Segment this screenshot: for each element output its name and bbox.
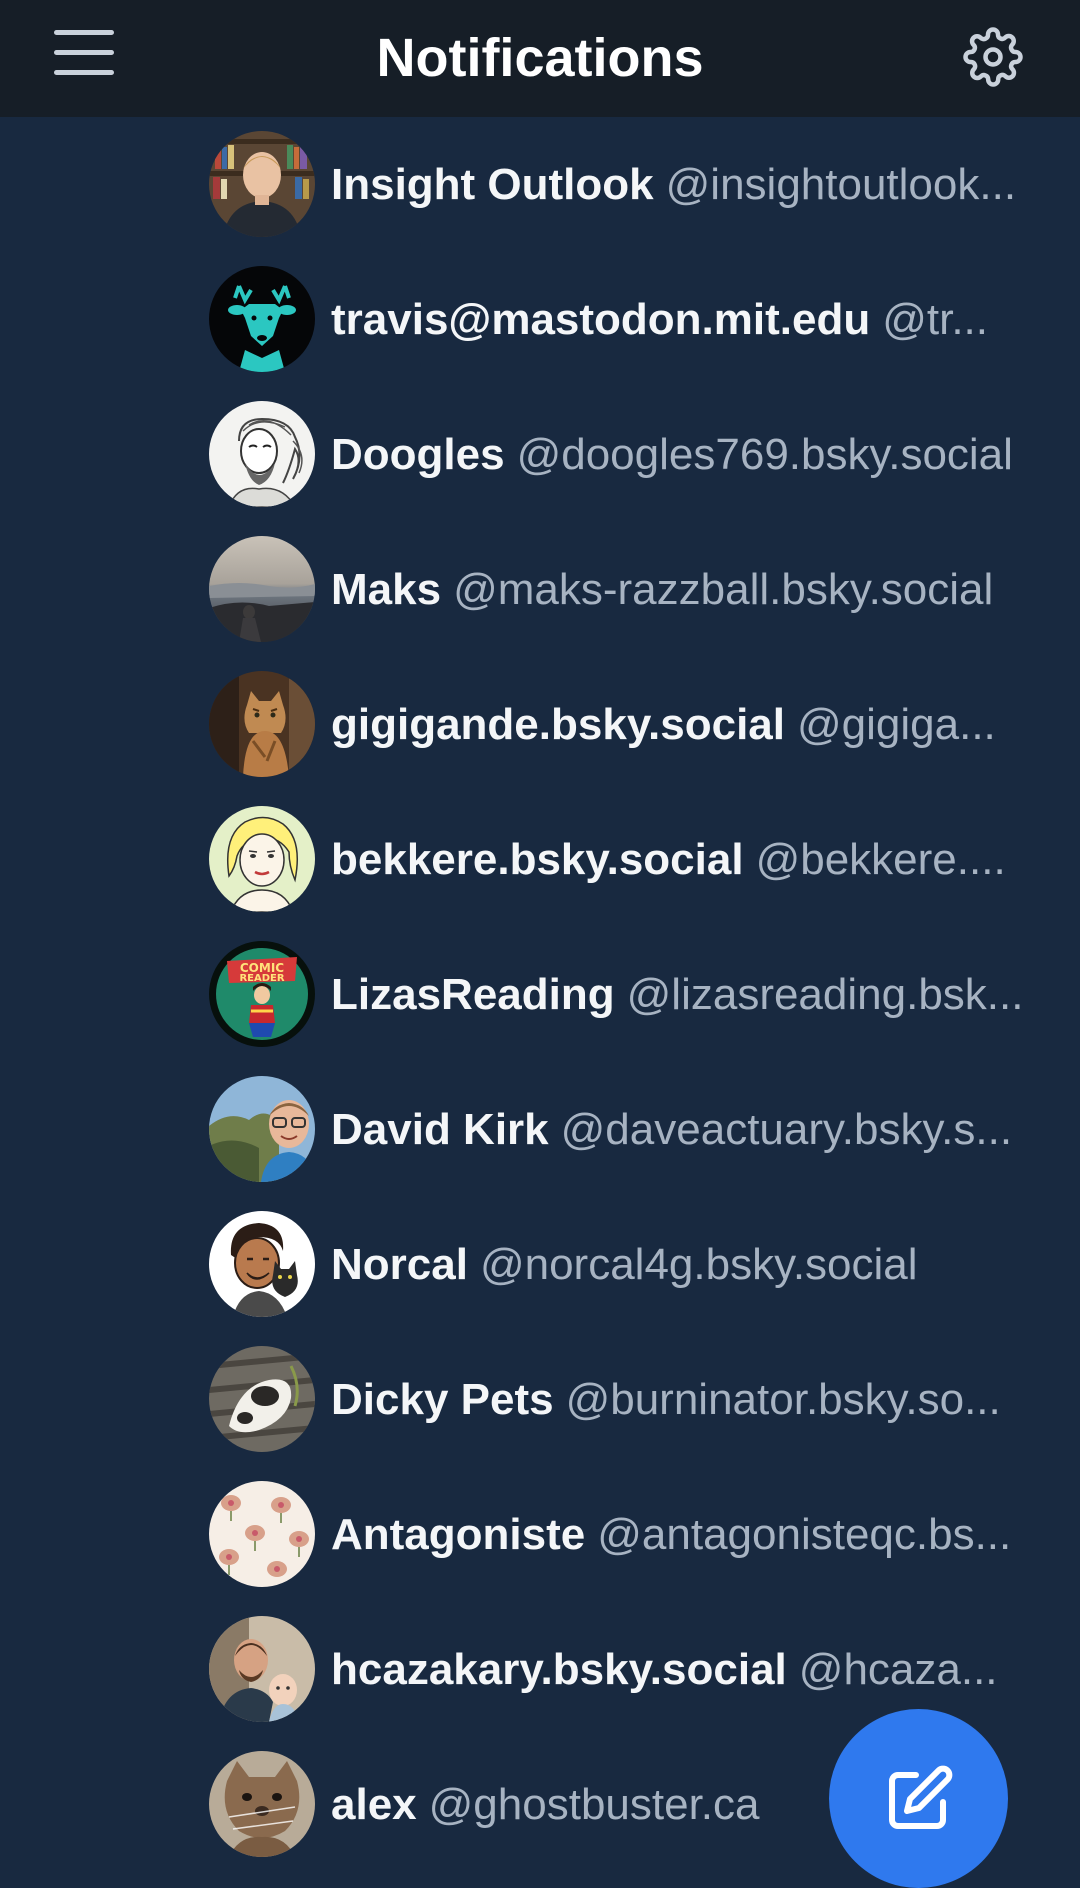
avatar[interactable] xyxy=(209,1211,315,1317)
notification-row[interactable]: Dicky Pets @burninator.bsky.so... xyxy=(0,1332,1080,1467)
notification-row[interactable]: COMIC READER LizasReading @lizasreading.b… xyxy=(0,927,1080,1062)
notification-row[interactable]: Insight Outlook @insightoutlook... xyxy=(0,117,1080,252)
display-name: Insight Outlook xyxy=(331,160,654,209)
notification-text: Dicky Pets @burninator.bsky.so... xyxy=(331,1332,1037,1467)
avatar[interactable] xyxy=(209,131,315,237)
notification-text: gigigande.bsky.social @gigiga... xyxy=(331,657,1037,792)
compose-button[interactable] xyxy=(829,1709,1008,1888)
user-handle: @hcaza... xyxy=(798,1645,998,1694)
user-handle: @insightoutlook... xyxy=(665,160,1017,209)
display-name: hcazakary.bsky.social xyxy=(331,1645,787,1694)
avatar[interactable] xyxy=(209,401,315,507)
notification-list: Insight Outlook @insightoutlook... travis… xyxy=(0,117,1080,1872)
user-handle: @maks-razzball.bsky.social xyxy=(453,565,994,614)
avatar[interactable] xyxy=(209,1346,315,1452)
notification-row[interactable]: travis@mastodon.mit.edu @tr... xyxy=(0,252,1080,387)
notification-row[interactable]: Antagoniste @antagonisteqc.bs... xyxy=(0,1467,1080,1602)
user-handle: @burninator.bsky.so... xyxy=(565,1375,1001,1424)
display-name: Antagoniste xyxy=(331,1510,586,1559)
notification-text: Insight Outlook @insightoutlook... xyxy=(331,117,1037,252)
user-handle: @norcal4g.bsky.social xyxy=(479,1240,918,1289)
notification-row[interactable]: gigigande.bsky.social @gigiga... xyxy=(0,657,1080,792)
display-name: gigigande.bsky.social xyxy=(331,700,785,749)
display-name: Dicky Pets xyxy=(331,1375,554,1424)
notification-text: LizasReading @lizasreading.bsk... xyxy=(331,927,1037,1062)
avatar[interactable] xyxy=(209,1616,315,1722)
avatar[interactable] xyxy=(209,1076,315,1182)
notification-row[interactable]: Norcal @norcal4g.bsky.social xyxy=(0,1197,1080,1332)
notification-text: Maks @maks-razzball.bsky.social xyxy=(331,522,1037,657)
avatar[interactable] xyxy=(209,266,315,372)
user-handle: @ghostbuster.ca xyxy=(428,1780,760,1829)
user-handle: @gigiga... xyxy=(797,700,996,749)
avatar[interactable] xyxy=(209,671,315,777)
user-handle: @doogles769.bsky.social xyxy=(516,430,1013,479)
user-handle: @tr... xyxy=(882,295,989,344)
display-name: bekkere.bsky.social xyxy=(331,835,744,884)
user-handle: @daveactuary.bsky.s... xyxy=(560,1105,1013,1154)
display-name: Doogles xyxy=(331,430,505,479)
notification-text: bekkere.bsky.social @bekkere.... xyxy=(331,792,1037,927)
user-handle: @lizasreading.bsk... xyxy=(626,970,1024,1019)
avatar[interactable] xyxy=(209,806,315,912)
notification-row[interactable]: bekkere.bsky.social @bekkere.... xyxy=(0,792,1080,927)
notification-text: Antagoniste @antagonisteqc.bs... xyxy=(331,1467,1037,1602)
notification-text: David Kirk @daveactuary.bsky.s... xyxy=(331,1062,1037,1197)
display-name: LizasReading xyxy=(331,970,615,1019)
notification-row[interactable]: Maks @maks-razzball.bsky.social xyxy=(0,522,1080,657)
top-bar: Notifications xyxy=(0,0,1080,117)
avatar[interactable] xyxy=(209,1481,315,1587)
avatar[interactable] xyxy=(209,536,315,642)
user-handle: @bekkere.... xyxy=(755,835,1006,884)
notification-row[interactable]: Doogles @doogles769.bsky.social xyxy=(0,387,1080,522)
display-name: Maks xyxy=(331,565,442,614)
display-name: Norcal xyxy=(331,1240,468,1289)
page-title: Notifications xyxy=(376,28,704,88)
notification-text: Doogles @doogles769.bsky.social xyxy=(331,387,1037,522)
user-handle: @antagonisteqc.bs... xyxy=(597,1510,1012,1559)
svg-text:READER: READER xyxy=(239,973,284,984)
display-name: alex xyxy=(331,1780,417,1829)
hamburger-menu-icon[interactable] xyxy=(48,30,120,80)
notification-text: travis@mastodon.mit.edu @tr... xyxy=(331,252,1037,387)
display-name: travis@mastodon.mit.edu xyxy=(331,295,871,344)
notification-text: Norcal @norcal4g.bsky.social xyxy=(331,1197,1037,1332)
avatar[interactable]: COMIC READER xyxy=(209,941,315,1047)
avatar[interactable] xyxy=(209,1751,315,1857)
compose-icon xyxy=(889,1765,953,1829)
display-name: David Kirk xyxy=(331,1105,549,1154)
notification-row[interactable]: David Kirk @daveactuary.bsky.s... xyxy=(0,1062,1080,1197)
gear-icon[interactable] xyxy=(963,27,1023,87)
